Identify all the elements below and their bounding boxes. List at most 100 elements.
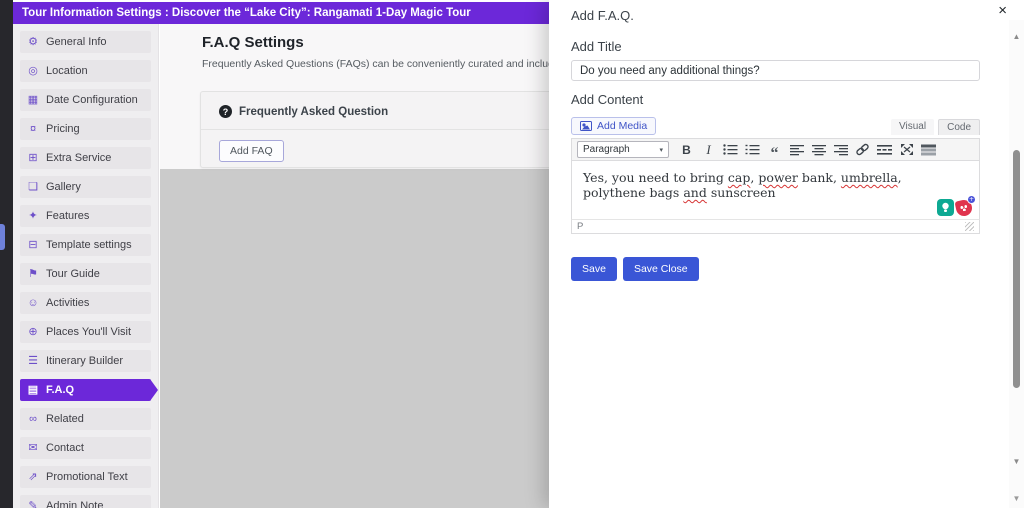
sidebar-item-label: Promotional Text — [46, 471, 128, 483]
sidebar-item-label: Pricing — [46, 123, 80, 135]
background-notch — [0, 224, 5, 250]
sidebar-item-general-info[interactable]: ⚙General Info — [20, 31, 151, 53]
align-right-icon — [834, 144, 848, 156]
modal-title: Tour Information Settings : Discover the… — [22, 7, 471, 19]
editor-text: Yes, you need to bring — [583, 170, 728, 185]
toolbar-toggle-button[interactable] — [918, 140, 939, 159]
tab-visual[interactable]: Visual — [891, 119, 934, 135]
numbered-list-icon — [745, 143, 760, 156]
sidebar-item-location[interactable]: ◎Location — [20, 60, 151, 82]
add-media-label: Add Media — [597, 120, 647, 132]
sidebar-item-label: Gallery — [46, 181, 81, 193]
sidebar-item-promotional-text[interactable]: ⇗ Promotional Text — [20, 466, 151, 488]
mail-icon: ✉ — [27, 443, 39, 454]
related-link-icon: ∞ — [27, 414, 39, 425]
sidebar-item-activities[interactable]: ☺ Activities — [20, 292, 151, 314]
pricing-icon: ¤ — [27, 124, 39, 135]
add-media-button[interactable]: Add Media — [571, 117, 656, 135]
resize-handle[interactable] — [965, 222, 974, 231]
editor-top-row: Add Media Visual Code — [571, 115, 980, 135]
sidebar-item-label: Template settings — [46, 239, 132, 251]
save-button[interactable]: Save — [571, 257, 617, 281]
close-icon[interactable]: × — [998, 3, 1007, 18]
extension-badge: + — [967, 195, 976, 204]
align-left-button[interactable] — [786, 140, 807, 159]
scroll-up-arrow[interactable]: ▲ — [1009, 32, 1024, 41]
element-path: P — [577, 221, 583, 232]
itinerary-list-icon: ☰ — [27, 356, 39, 367]
panel-title: Add F.A.Q. — [571, 8, 980, 23]
extension-icons: + — [937, 198, 975, 216]
sidebar-item-related[interactable]: ∞ Related — [20, 408, 151, 430]
activities-icon: ☺ — [27, 298, 39, 309]
writing-assistant-bulb-icon[interactable] — [937, 199, 954, 216]
sidebar-item-features[interactable]: ✦Features — [20, 205, 151, 227]
promo-chart-icon: ⇗ — [27, 472, 39, 483]
sidebar-item-contact[interactable]: ✉Contact — [20, 437, 151, 459]
sidebar-item-label: Admin Note — [46, 500, 103, 508]
save-close-button[interactable]: Save Close — [623, 257, 699, 281]
insert-link-button[interactable] — [852, 140, 873, 159]
background-admin-strip — [0, 0, 13, 508]
sidebar-item-template-settings[interactable]: ⊟Template settings — [20, 234, 151, 256]
faq-title-input[interactable] — [571, 60, 980, 81]
gallery-icon: ❏ — [27, 182, 39, 193]
calendar-icon: ▦ — [27, 95, 39, 106]
editor-text-misspelled: cap — [728, 170, 750, 185]
align-right-button[interactable] — [830, 140, 851, 159]
sidebar-item-itinerary-builder[interactable]: ☰ Itinerary Builder — [20, 350, 151, 372]
add-faq-button[interactable]: Add FAQ — [219, 140, 284, 162]
editor-text-misspelled: power — [758, 170, 798, 185]
media-icon — [580, 120, 592, 132]
panel-body: Add F.A.Q. Add Title Add Content Add Med… — [571, 0, 980, 281]
editor-toolbar: Paragraph ▾ B I “ — [571, 138, 980, 161]
places-globe-icon: ⊕ — [27, 327, 39, 338]
link-icon — [855, 143, 870, 156]
sidebar-item-date-configuration[interactable]: ▦Date Configuration — [20, 89, 151, 111]
editor-text-misspelled: and — [683, 185, 707, 200]
location-pin-icon: ◎ — [27, 66, 39, 77]
scroll-down-arrow[interactable]: ▼ — [1009, 457, 1024, 466]
blockquote-button[interactable]: “ — [764, 140, 785, 159]
fullscreen-button[interactable] — [896, 140, 917, 159]
gear-icon: ⚙ — [27, 37, 39, 48]
scrollbar-thumb[interactable] — [1013, 150, 1020, 388]
italic-button[interactable]: I — [698, 140, 719, 159]
grammar-extension-dots — [959, 204, 968, 212]
bulleted-list-icon — [723, 143, 738, 156]
editor-mode-tabs: Visual Code — [891, 119, 980, 135]
sidebar-item-tour-guide[interactable]: ⚑Tour Guide — [20, 263, 151, 285]
sidebar-item-label: Activities — [46, 297, 89, 309]
toolbar-toggle-icon — [921, 144, 936, 156]
paragraph-style-select[interactable]: Paragraph ▾ — [577, 141, 669, 158]
bulb-glyph — [941, 202, 950, 213]
numbered-list-button[interactable] — [742, 140, 763, 159]
save-button-row: Save Save Close — [571, 257, 980, 281]
sidebar-item-gallery[interactable]: ❏ Gallery — [20, 176, 151, 198]
read-more-button[interactable] — [874, 140, 895, 159]
editor-content-area[interactable]: Yes, you need to bring cap, power bank, … — [571, 161, 980, 219]
editor-text: sunscreen — [707, 185, 776, 200]
sidebar-item-label: Related — [46, 413, 84, 425]
sidebar-item-places-youll-visit[interactable]: ⊕Places You'll Visit — [20, 321, 151, 343]
bulleted-list-button[interactable] — [720, 140, 741, 159]
sidebar-item-pricing[interactable]: ¤ Pricing — [20, 118, 151, 140]
sidebar-item-faq[interactable]: ▤F.A.Q — [20, 379, 151, 401]
panel-scrollbar: ▲ ▼ ▼ — [1009, 20, 1024, 508]
content-editor: Add Media Visual Code Paragraph ▾ B I — [571, 115, 980, 234]
editor-status-bar: P — [571, 219, 980, 234]
grammar-extension-icon[interactable]: + — [956, 198, 975, 216]
sidebar-item-label: Features — [46, 210, 89, 222]
sidebar-item-label: F.A.Q — [46, 384, 74, 396]
chevron-down-icon: ▾ — [659, 146, 663, 154]
sidebar-item-admin-note[interactable]: ✎Admin Note — [20, 495, 151, 508]
editor-text-misspelled: umbrella — [841, 170, 898, 185]
bold-button[interactable]: B — [676, 140, 697, 159]
editor-text: bank, — [798, 170, 841, 185]
sidebar-item-extra-service[interactable]: ⊞Extra Service — [20, 147, 151, 169]
sidebar-item-label: Itinerary Builder — [46, 355, 123, 367]
tab-code[interactable]: Code — [938, 119, 980, 135]
sidebar-item-label: Extra Service — [46, 152, 111, 164]
window-scroll-down-arrow[interactable]: ▼ — [1009, 494, 1024, 503]
align-center-button[interactable] — [808, 140, 829, 159]
